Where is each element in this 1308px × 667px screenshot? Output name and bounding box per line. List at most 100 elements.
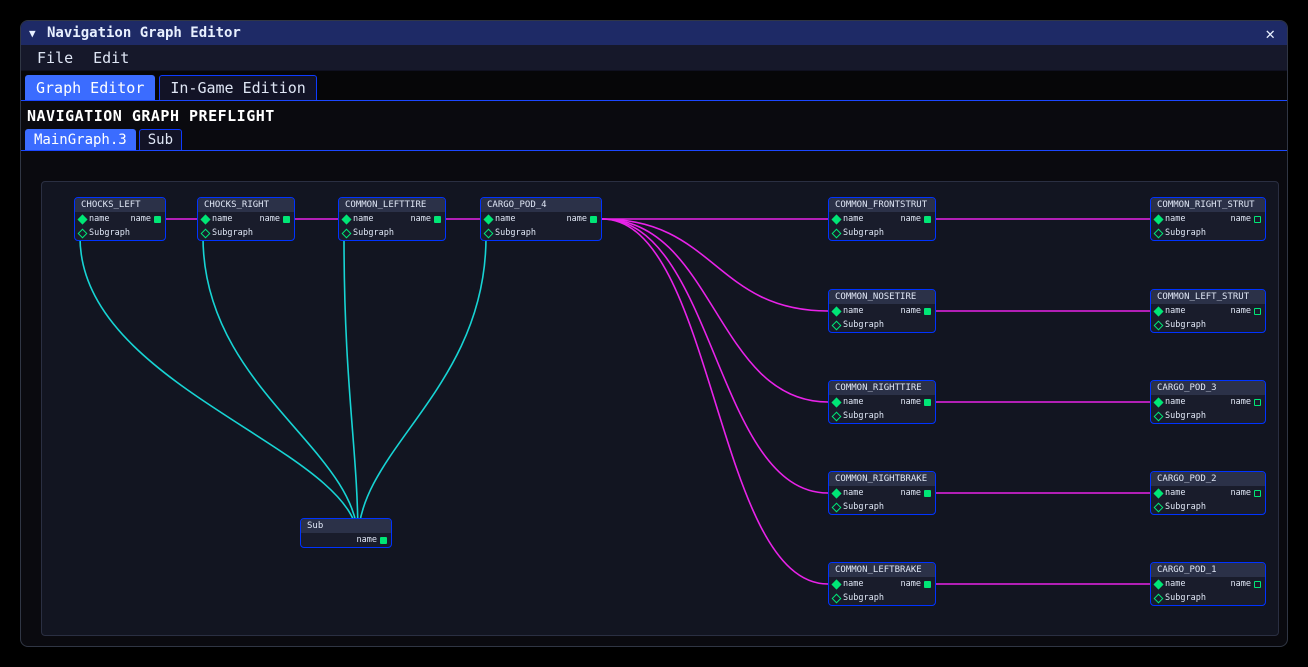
- node-common_nosetire[interactable]: COMMON_NOSETIREnamenameSubgraph: [828, 289, 936, 333]
- node-common_leftbrake[interactable]: COMMON_LEFTBRAKEnamenameSubgraph: [828, 562, 936, 606]
- port-subgraph[interactable]: [832, 593, 842, 603]
- port-subgraph-label: Subgraph: [89, 228, 130, 238]
- port-name-in-label: name: [353, 214, 373, 224]
- breadcrumb: MainGraph.3 Sub: [21, 129, 1287, 151]
- node-chocks_left[interactable]: CHOCKS_LEFTnamenameSubgraph: [74, 197, 166, 241]
- port-name-in-label: name: [1165, 397, 1185, 407]
- node-cargo_pod_4[interactable]: CARGO_POD_4namenameSubgraph: [480, 197, 602, 241]
- port-name-out[interactable]: [154, 216, 161, 223]
- port-name-out[interactable]: [924, 399, 931, 406]
- node-header[interactable]: COMMON_FRONTSTRUT: [829, 198, 935, 212]
- node-common_lefttire[interactable]: COMMON_LEFTTIREnamenameSubgraph: [338, 197, 446, 241]
- port-name-in[interactable]: [1154, 306, 1164, 316]
- port-subgraph[interactable]: [1154, 228, 1164, 238]
- node-common_rightbrake[interactable]: COMMON_RIGHTBRAKEnamenameSubgraph: [828, 471, 936, 515]
- port-subgraph[interactable]: [1154, 320, 1164, 330]
- port-name-out[interactable]: [1254, 490, 1261, 497]
- port-subgraph[interactable]: [342, 228, 352, 238]
- graph-canvas[interactable]: CHOCKS_LEFTnamenameSubgraphCHOCKS_RIGHTn…: [41, 181, 1279, 636]
- node-header[interactable]: CHOCKS_RIGHT: [198, 198, 294, 212]
- port-name-in[interactable]: [78, 214, 88, 224]
- menu-file[interactable]: File: [27, 47, 83, 69]
- port-name-in[interactable]: [832, 306, 842, 316]
- port-name-out-label: name: [1231, 306, 1251, 316]
- node-header[interactable]: COMMON_LEFTBRAKE: [829, 563, 935, 577]
- port-name-in[interactable]: [201, 214, 211, 224]
- port-name-out[interactable]: [924, 308, 931, 315]
- menu-edit[interactable]: Edit: [83, 47, 139, 69]
- port-subgraph[interactable]: [484, 228, 494, 238]
- node-cargo_pod_2[interactable]: CARGO_POD_2namenameSubgraph: [1150, 471, 1266, 515]
- port-name-out[interactable]: [1254, 308, 1261, 315]
- close-icon[interactable]: ✕: [1261, 24, 1279, 43]
- port-subgraph[interactable]: [1154, 593, 1164, 603]
- port-name-in[interactable]: [1154, 579, 1164, 589]
- port-name-in[interactable]: [1154, 397, 1164, 407]
- node-header[interactable]: COMMON_LEFT_STRUT: [1151, 290, 1265, 304]
- port-subgraph[interactable]: [832, 320, 842, 330]
- page-title: NAVIGATION GRAPH PREFLIGHT: [21, 101, 1287, 129]
- port-name-in[interactable]: [342, 214, 352, 224]
- port-name-out[interactable]: [1254, 581, 1261, 588]
- port-name-out[interactable]: [590, 216, 597, 223]
- port-name-out[interactable]: [924, 581, 931, 588]
- port-subgraph-label: Subgraph: [212, 228, 253, 238]
- node-cargo_pod_1[interactable]: CARGO_POD_1namenameSubgraph: [1150, 562, 1266, 606]
- breadcrumb-sub[interactable]: Sub: [139, 129, 182, 150]
- port-name-in[interactable]: [832, 579, 842, 589]
- port-name-out[interactable]: [380, 537, 387, 544]
- port-subgraph[interactable]: [1154, 411, 1164, 421]
- node-header[interactable]: COMMON_RIGHT_STRUT: [1151, 198, 1265, 212]
- port-subgraph-label: Subgraph: [843, 502, 884, 512]
- port-name-out-label: name: [567, 214, 587, 224]
- node-header[interactable]: CARGO_POD_2: [1151, 472, 1265, 486]
- node-common_righttire[interactable]: COMMON_RIGHTTIREnamenameSubgraph: [828, 380, 936, 424]
- node-cargo_pod_3[interactable]: CARGO_POD_3namenameSubgraph: [1150, 380, 1266, 424]
- node-common_frontstrut[interactable]: COMMON_FRONTSTRUTnamenameSubgraph: [828, 197, 936, 241]
- port-name-in-label: name: [1165, 579, 1185, 589]
- port-subgraph-label: Subgraph: [1165, 411, 1206, 421]
- collapse-icon[interactable]: ▼: [29, 27, 41, 40]
- node-header[interactable]: COMMON_LEFTTIRE: [339, 198, 445, 212]
- port-name-in[interactable]: [832, 397, 842, 407]
- port-name-out[interactable]: [283, 216, 290, 223]
- port-name-in[interactable]: [484, 214, 494, 224]
- port-name-in[interactable]: [832, 214, 842, 224]
- port-name-out-label: name: [1231, 579, 1251, 589]
- port-subgraph-label: Subgraph: [843, 593, 884, 603]
- titlebar[interactable]: ▼ Navigation Graph Editor ✕: [21, 21, 1287, 45]
- node-header[interactable]: Sub: [301, 519, 391, 533]
- node-common_right_strut[interactable]: COMMON_RIGHT_STRUTnamenameSubgraph: [1150, 197, 1266, 241]
- port-name-in-label: name: [843, 214, 863, 224]
- node-header[interactable]: CARGO_POD_3: [1151, 381, 1265, 395]
- node-chocks_right[interactable]: CHOCKS_RIGHTnamenameSubgraph: [197, 197, 295, 241]
- node-header[interactable]: COMMON_RIGHTBRAKE: [829, 472, 935, 486]
- node-common_left_strut[interactable]: COMMON_LEFT_STRUTnamenameSubgraph: [1150, 289, 1266, 333]
- breadcrumb-main[interactable]: MainGraph.3: [25, 129, 136, 150]
- port-name-in[interactable]: [1154, 488, 1164, 498]
- port-name-in[interactable]: [832, 488, 842, 498]
- tab-graph-editor[interactable]: Graph Editor: [25, 75, 155, 100]
- port-name-out[interactable]: [924, 490, 931, 497]
- port-subgraph[interactable]: [1154, 502, 1164, 512]
- port-name-out[interactable]: [1254, 399, 1261, 406]
- node-header[interactable]: COMMON_RIGHTTIRE: [829, 381, 935, 395]
- node-header[interactable]: CARGO_POD_1: [1151, 563, 1265, 577]
- port-subgraph[interactable]: [832, 502, 842, 512]
- node-header[interactable]: CARGO_POD_4: [481, 198, 601, 212]
- port-subgraph[interactable]: [201, 228, 211, 238]
- tab-in-game-edition[interactable]: In-Game Edition: [159, 75, 316, 100]
- port-name-out-label: name: [901, 214, 921, 224]
- port-subgraph-label: Subgraph: [1165, 228, 1206, 238]
- port-subgraph[interactable]: [78, 228, 88, 238]
- port-name-out[interactable]: [434, 216, 441, 223]
- port-name-out-label: name: [901, 488, 921, 498]
- node-sub[interactable]: Subname: [300, 518, 392, 548]
- port-name-in[interactable]: [1154, 214, 1164, 224]
- port-name-out[interactable]: [1254, 216, 1261, 223]
- port-name-out[interactable]: [924, 216, 931, 223]
- node-header[interactable]: CHOCKS_LEFT: [75, 198, 165, 212]
- port-subgraph[interactable]: [832, 228, 842, 238]
- node-header[interactable]: COMMON_NOSETIRE: [829, 290, 935, 304]
- port-subgraph[interactable]: [832, 411, 842, 421]
